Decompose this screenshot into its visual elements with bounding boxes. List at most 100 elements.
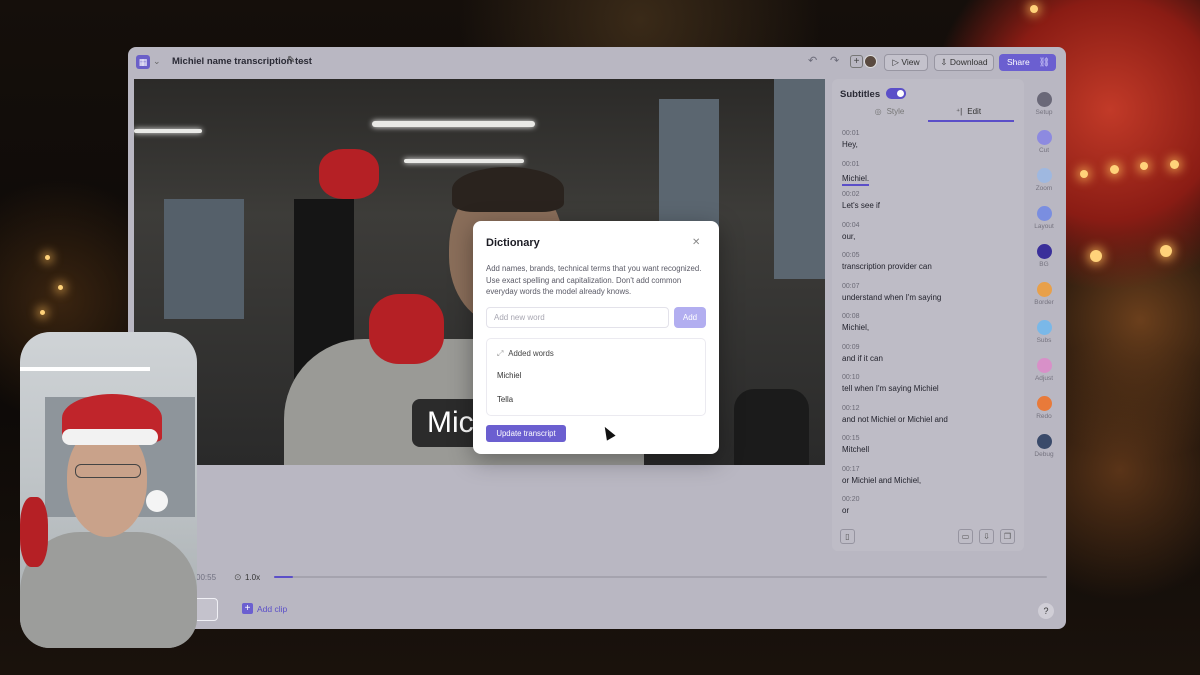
undo-icon[interactable]: ↶ [808,54,817,67]
word-item[interactable]: Tella [497,395,513,404]
background-icon [1036,244,1052,259]
tool-border[interactable]: Border [1026,282,1062,306]
close-icon[interactable]: ✕ [692,237,700,248]
tool-debug[interactable]: Debug [1026,434,1062,458]
added-words-label: Added words [508,349,554,358]
segment-text[interactable]: and if it can [842,354,883,363]
tool-label: BG [1039,261,1049,268]
download-button[interactable]: ⇩ Download [934,54,994,71]
zoom-icon [1036,168,1052,183]
link-icon: ⛓ [1038,57,1050,67]
subtitle-segment[interactable]: 00:15 Mitchell [842,435,869,454]
segment-text[interactable]: tell when I'm saying Michiel [842,384,939,393]
avatar[interactable] [864,55,877,68]
subtitle-segment[interactable]: 00:01 Hey, [842,130,860,149]
timeline-track[interactable] [274,576,1047,578]
tab-style[interactable]: ◎ Style [852,107,932,116]
tab-edit[interactable]: ⁺| Edit [928,107,1014,122]
speed-icon[interactable]: ⊙ [234,572,242,583]
segment-text[interactable]: understand when I'm saying [842,293,941,302]
segment-time: 00:17 [842,465,860,473]
modal-description: Add names, brands, technical terms that … [486,264,702,296]
tool-label: Redo [1036,413,1052,420]
subtitle-segment[interactable]: 00:04 our, [842,222,860,241]
add-collaborator-icon[interactable]: + [850,55,863,68]
tab-style-label: Style [886,107,905,116]
segment-time: 00:09 [842,343,860,351]
dictionary-modal: Dictionary ✕ Add names, brands, technica… [473,221,719,454]
view-button[interactable]: ▷ View [884,54,928,71]
tool-label: Subs [1036,337,1052,344]
tool-cut[interactable]: Cut [1026,130,1062,154]
subtitle-segment[interactable]: 00:01 Michiel. [842,161,870,186]
office-window [774,79,825,279]
segment-text[interactable]: Let's see if [842,201,880,210]
segment-text[interactable]: Michiel, [842,323,869,332]
segment-time: 00:10 [842,374,860,381]
subtitle-segment[interactable]: 00:10 tell when I'm saying Michiel [842,374,939,393]
segment-text[interactable]: our, [842,232,860,241]
segment-time: 00:15 [842,435,860,442]
plus-icon[interactable]: + [242,603,253,614]
tool-subs[interactable]: Subs [1026,320,1062,344]
backpack [734,389,809,465]
tool-redo[interactable]: Redo [1026,396,1062,420]
segment-text[interactable]: or Michiel and Michiel, [842,476,921,485]
glasses [75,464,141,478]
subtitles-toggle[interactable] [886,88,906,99]
segment-text[interactable]: or [842,506,860,515]
segment-time: 00:04 [842,221,860,229]
subtitle-segment[interactable]: 00:07 understand when I'm saying [842,283,941,302]
add-clip-button[interactable]: Add clip [257,604,287,614]
segment-text[interactable]: Hey, [842,140,860,149]
word-item[interactable]: Michiel [497,371,521,380]
tool-zoom[interactable]: Zoom [1026,168,1062,192]
copy-icon[interactable]: ❐ [1000,529,1015,544]
speed-label[interactable]: 1.0x [245,573,260,582]
added-words-header[interactable]: ⤢ Added words [497,349,554,359]
app-logo-icon[interactable]: ▦ [136,55,150,69]
tool-layout[interactable]: Layout [1026,206,1062,230]
tool-label: Setup [1035,109,1053,116]
segment-text[interactable]: Mitchell [842,445,869,454]
help-button[interactable]: ? [1038,603,1054,619]
tool-bg[interactable]: BG [1026,244,1062,268]
chevron-down-icon[interactable]: ⌄ [153,56,161,67]
timeline-progress [274,576,294,578]
edit-icon: ⁺| [955,107,963,116]
subtitle-segment[interactable]: 00:02 Let's see if [842,191,880,210]
tool-label: Adjust [1034,375,1054,382]
subtitles-panel: Subtitles ◎ Style ⁺| Edit 00:01 Hey, 00:01 Mi… [832,79,1024,551]
subtitle-segment[interactable]: 00:17 or Michiel and Michiel, [842,466,921,485]
share-button[interactable]: Share ⛓ [999,54,1056,71]
webcam-overlay[interactable] [20,332,197,648]
segment-text[interactable]: transcription provider can [842,262,932,271]
segment-text[interactable]: Michiel. [842,174,870,186]
tool-setup[interactable]: Setup [1026,92,1062,116]
view-label: View [901,57,920,67]
redo-icon[interactable]: ↷ [830,54,839,67]
tool-adjust[interactable]: Adjust [1026,358,1062,382]
add-word-button[interactable]: Add [674,307,706,328]
download-icon[interactable]: ⇩ [979,529,994,544]
subtitle-segment[interactable]: 00:20 or [842,496,860,515]
segment-time: 00:05 [842,252,860,259]
red-bow [369,294,444,364]
subtitle-segment[interactable]: 00:08 Michiel, [842,313,869,332]
subtitle-segment[interactable]: 00:09 and if it can [842,344,883,363]
border-icon [1036,282,1052,297]
tool-label: Debug [1034,451,1054,458]
ceiling-light [134,129,202,133]
duration-label: 00:55 [196,573,217,582]
book-icon[interactable]: ▭ [958,529,973,544]
pencil-icon[interactable]: ✎ [287,55,295,66]
subtitle-segment[interactable]: 00:05 transcription provider can [842,252,932,271]
segment-text[interactable]: and not Michiel or Michiel and [842,415,948,424]
file-icon[interactable]: ▯ [840,529,855,544]
new-word-input[interactable] [486,307,669,328]
title-chevron-icon[interactable]: ⌄ [299,56,306,65]
subtitle-segment[interactable]: 00:12 and not Michiel or Michiel and [842,405,948,424]
update-transcript-button[interactable]: Update transcript [486,425,566,442]
share-label: Share [1007,57,1030,67]
modal-title: Dictionary [486,237,540,249]
